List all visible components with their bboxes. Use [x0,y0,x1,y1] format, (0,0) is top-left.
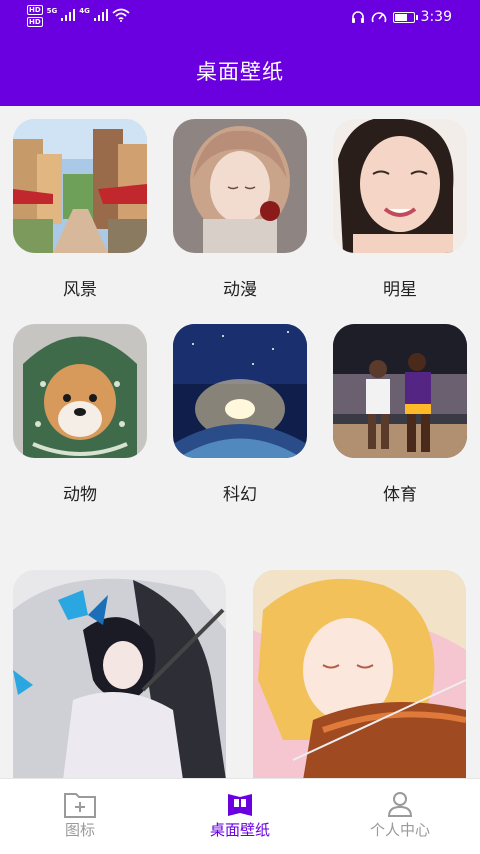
headset-icon [351,11,364,23]
celebrity-thumbnail [333,119,467,253]
category-label: 体育 [383,485,417,505]
nav-label: 桌面壁纸 [209,821,270,839]
nav-item-wallpaper[interactable]: 桌面壁纸 [180,789,300,840]
nav-label: 个人中心 [369,821,430,839]
scifi-thumbnail [173,324,307,458]
wifi-icon [112,8,130,22]
hd-badge-bottom: HD [27,17,43,27]
animal-thumbnail [13,324,147,458]
hd-badge-top: HD [27,5,43,15]
network-4g-label: 4G [79,7,90,15]
featured-wallpaper-1[interactable] [13,570,226,780]
featured-wallpaper-2[interactable] [253,570,466,780]
category-label: 明星 [383,280,417,300]
nav-label: 图标 [64,821,95,839]
featured-anime-swordswoman [13,570,226,780]
category-label: 动漫 [223,280,257,300]
page-title: 桌面壁纸 [196,60,284,84]
category-sports[interactable]: 体育 [333,324,467,505]
category-label: 科幻 [223,485,257,505]
signal-indicators: HD HD 5G 4G [27,5,130,27]
category-label: 风景 [63,280,97,300]
featured-anime-violinist [253,570,466,780]
category-landscape[interactable]: 风景 [13,119,147,300]
nav-item-profile[interactable]: 个人中心 [340,789,460,840]
status-bar: HD HD 5G 4G 3:39 [0,0,480,36]
status-time: 3:39 [420,9,452,25]
app-header: 桌面壁纸 [0,36,480,106]
speed-gauge-icon [371,12,386,23]
wallpaper-book-icon [228,794,252,816]
landscape-thumbnail [13,119,147,253]
category-anime[interactable]: 动漫 [173,119,307,300]
status-right: 3:39 [351,9,452,25]
network-5g-label: 5G [46,7,58,15]
battery-icon [392,11,418,23]
category-scifi[interactable]: 科幻 [173,324,307,505]
bottom-navigation: 图标 桌面壁纸 个人中心 [0,778,480,854]
anime-thumbnail [173,119,307,253]
nav-item-icons[interactable]: 图标 [20,789,140,840]
category-label: 动物 [63,485,97,505]
icon-folder-icon [64,793,96,818]
signal-icon-2 [93,9,108,21]
signal-icon [61,9,76,21]
sports-thumbnail [333,324,467,458]
category-animal[interactable]: 动物 [13,324,147,505]
person-icon [387,792,413,817]
category-celebrity[interactable]: 明星 [333,119,467,300]
